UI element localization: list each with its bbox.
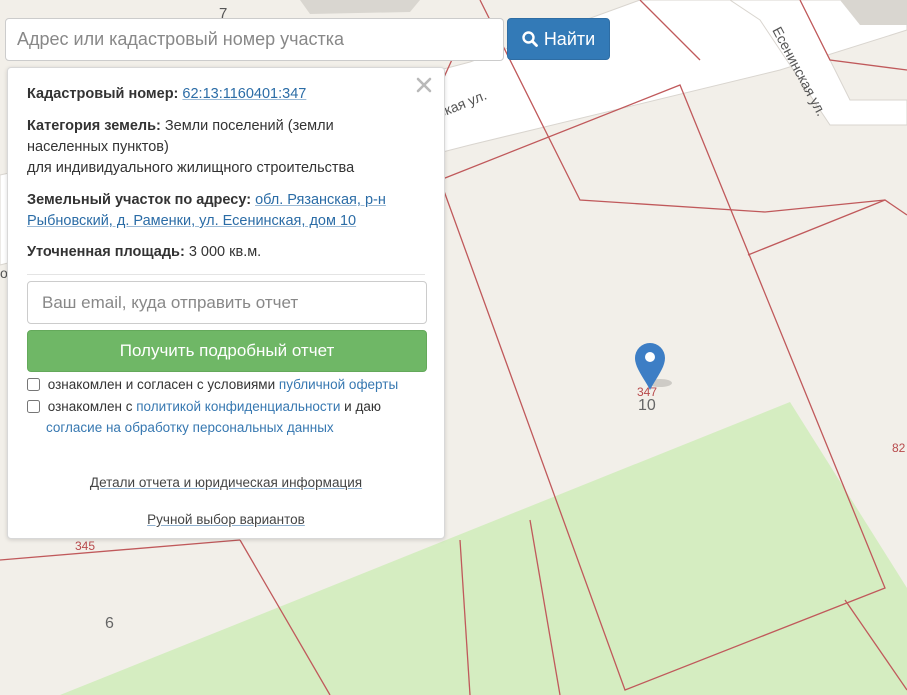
address-row: Земельный участок по адресу: обл. Рязанс… — [27, 190, 428, 232]
search-button-label: Найти — [543, 28, 596, 49]
parcel-label-82: 82 — [892, 441, 906, 455]
consent-offer-row: ознакомлен и согласен с условиями публич… — [27, 374, 428, 395]
cadastral-number-label: Кадастровый номер: — [27, 86, 179, 102]
address-link-2[interactable]: Рыбновский, д. Раменки, ул. Есенинская, … — [27, 213, 356, 229]
consent-offer-text: ознакомлен и согласен с условиями — [47, 377, 276, 392]
get-report-button[interactable]: Получить подробный отчет — [27, 330, 427, 372]
public-offer-link[interactable]: публичной оферты — [279, 377, 398, 392]
parcel-label-10: 10 — [638, 397, 656, 414]
land-category-label: Категория земель: — [27, 118, 161, 134]
parcel-info-panel: Кадастровый номер: 62:13:1160401:347 Кат… — [7, 67, 445, 539]
consent-privacy-row: ознакомлен с политикой конфиденциальност… — [27, 396, 428, 438]
search-icon — [522, 31, 538, 47]
land-category-value-3: для индивидуального жилищного строительс… — [27, 160, 355, 176]
search-input[interactable] — [5, 18, 504, 61]
area-label: Уточненная площадь: — [27, 244, 185, 260]
building-top — [300, 0, 420, 14]
email-input[interactable] — [27, 281, 427, 324]
land-category-value-2: населенных пунктов) — [27, 139, 169, 155]
panel-divider — [27, 274, 425, 275]
address-label: Земельный участок по адресу: — [27, 192, 252, 208]
report-details-link[interactable]: Детали отчета и юридическая информация — [8, 472, 444, 493]
manual-selection-link[interactable]: Ручной выбор вариантов — [8, 509, 444, 530]
consent-offer-checkbox[interactable] — [27, 378, 40, 391]
area-row: Уточненная площадь: 3 000 кв.м. — [27, 242, 428, 263]
parcel-label-6: 6 — [105, 615, 114, 632]
search-button[interactable]: Найти — [507, 18, 610, 60]
personal-data-consent-link[interactable]: согласие на обработку персональных данны… — [46, 420, 334, 435]
land-category-value-1: Земли поселений (земли — [164, 118, 334, 134]
land-category-row: Категория земель: Земли поселений (земли… — [27, 116, 428, 179]
area-value: 3 000 кв.м. — [188, 244, 262, 260]
parcel-label-345: 345 — [75, 539, 95, 553]
cadastral-number-link[interactable]: 62:13:1160401:347 — [182, 86, 306, 102]
consent-privacy-text-b: и даю — [344, 399, 381, 414]
cadastral-number-row: Кадастровый номер: 62:13:1160401:347 — [27, 84, 428, 105]
consent-privacy-text-a: ознакомлен с — [47, 399, 133, 414]
privacy-policy-link[interactable]: политикой конфиденциальности — [136, 399, 340, 414]
address-link-1[interactable]: обл. Рязанская, р-н — [255, 192, 386, 208]
consent-privacy-checkbox[interactable] — [27, 400, 40, 413]
